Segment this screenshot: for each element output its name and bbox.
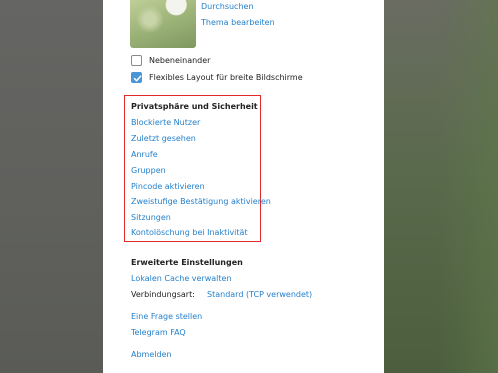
browse-link[interactable]: Durchsuchen xyxy=(201,2,254,11)
logout-link[interactable]: Abmelden xyxy=(131,350,172,359)
account-self-destruct-link[interactable]: Kontolöschung bei Inaktivität xyxy=(131,228,248,237)
connection-type-link[interactable]: Standard (TCP verwendet) xyxy=(207,290,312,299)
background-right-wallpaper xyxy=(384,0,498,373)
flexible-layout-checkbox[interactable] xyxy=(131,72,142,83)
connection-type-label: Verbindungsart: xyxy=(131,290,195,299)
flexible-layout-label: Flexibles Layout für breite Bildschirme xyxy=(149,73,303,82)
calls-link[interactable]: Anrufe xyxy=(131,150,158,159)
sessions-link[interactable]: Sitzungen xyxy=(131,213,171,222)
privacy-section-title: Privatsphäre und Sicherheit xyxy=(131,102,258,111)
advanced-section-title: Erweiterte Einstellungen xyxy=(131,258,243,267)
ask-question-link[interactable]: Eine Frage stellen xyxy=(131,312,202,321)
edit-theme-link[interactable]: Thema bearbeiten xyxy=(201,18,275,27)
background-left-dimmed xyxy=(0,0,103,373)
last-seen-link[interactable]: Zuletzt gesehen xyxy=(131,134,196,143)
side-by-side-label: Nebeneinander xyxy=(149,56,211,65)
telegram-faq-link[interactable]: Telegram FAQ xyxy=(131,328,186,337)
enable-passcode-link[interactable]: Pincode aktivieren xyxy=(131,182,205,191)
manage-cache-link[interactable]: Lokalen Cache verwalten xyxy=(131,274,232,283)
side-by-side-checkbox[interactable] xyxy=(131,55,142,66)
two-step-verification-link[interactable]: Zweistufige Bestätigung aktivieren xyxy=(131,197,271,206)
settings-panel: Durchsuchen Thema bearbeiten Nebeneinand… xyxy=(103,0,384,373)
theme-preview-image xyxy=(130,0,196,48)
blocked-users-link[interactable]: Blockierte Nutzer xyxy=(131,118,200,127)
checkmark-icon xyxy=(133,75,142,82)
groups-link[interactable]: Gruppen xyxy=(131,166,166,175)
